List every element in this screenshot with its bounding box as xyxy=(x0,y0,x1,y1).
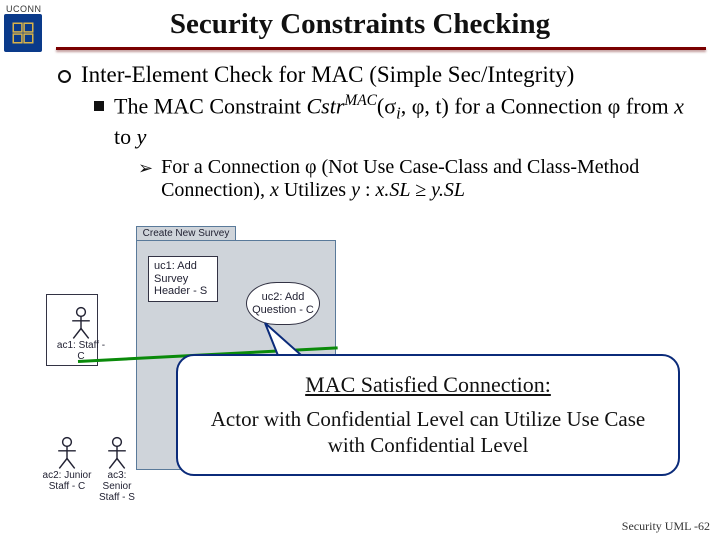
t: x xyxy=(674,93,684,118)
t: Utilizes xyxy=(279,179,351,201)
uconn-logo: UCONN xyxy=(4,4,50,52)
square-bullet-icon xyxy=(94,101,104,111)
bullet-sub1-text: The MAC Constraint CstrMAC(σi, φ, t) for… xyxy=(114,92,700,150)
stickman-icon xyxy=(106,436,128,470)
t: Cstr xyxy=(307,93,345,118)
actor-ac1: ac1: Staff - C xyxy=(56,306,106,362)
usecase-uc1: uc1: Add Survey Header - S xyxy=(148,256,218,302)
slide-footer: Security UML -62 xyxy=(622,519,710,534)
content-area: Inter-Element Check for MAC (Simple Sec/… xyxy=(58,62,700,202)
t: y xyxy=(137,124,147,149)
t: x xyxy=(270,179,279,201)
package-label: Create New Survey xyxy=(136,226,236,240)
actor2-label: ac2: Junior Staff - C xyxy=(42,470,92,492)
callout-title: MAC Satisfied Connection: xyxy=(305,372,551,398)
t: to xyxy=(114,124,137,149)
t: x.SL ≥ y.SL xyxy=(376,179,466,201)
title-rule xyxy=(56,47,706,50)
bullet-level3: ➢ For a Connection φ (Not Use Case-Class… xyxy=(138,156,700,202)
circle-bullet-icon xyxy=(58,70,71,83)
t: (σ xyxy=(377,93,396,118)
stickman-icon xyxy=(70,306,92,340)
t: , φ, t) for a Connection φ from xyxy=(401,93,674,118)
t: y xyxy=(351,179,360,201)
bullet-level2: The MAC Constraint CstrMAC(σi, φ, t) for… xyxy=(94,92,700,150)
t: The MAC Constraint xyxy=(114,93,307,118)
callout-body: Actor with Confidential Level can Utiliz… xyxy=(192,406,664,459)
callout-title-text: MAC Satisfied Connection: xyxy=(305,372,551,397)
sup: MAC xyxy=(344,92,377,109)
bullet-sub2-text: For a Connection φ (Not Use Case-Class a… xyxy=(161,156,700,202)
bullet-level1: Inter-Element Check for MAC (Simple Sec/… xyxy=(58,62,700,88)
logo-icon xyxy=(4,14,42,52)
stickman-icon xyxy=(56,436,78,470)
actor3-label: ac3: Senior Staff - S xyxy=(92,470,142,503)
callout-box: MAC Satisfied Connection: Actor with Con… xyxy=(176,354,680,476)
actor-ac2: ac2: Junior Staff - C xyxy=(42,436,92,492)
logo-text: UCONN xyxy=(4,4,50,14)
arrow-bullet-icon: ➢ xyxy=(138,158,153,202)
page-title: Security Constraints Checking xyxy=(0,0,720,41)
t: : xyxy=(360,179,376,201)
actor-ac3: ac3: Senior Staff - S xyxy=(92,436,142,503)
bullet-main-text: Inter-Element Check for MAC (Simple Sec/… xyxy=(81,62,574,88)
